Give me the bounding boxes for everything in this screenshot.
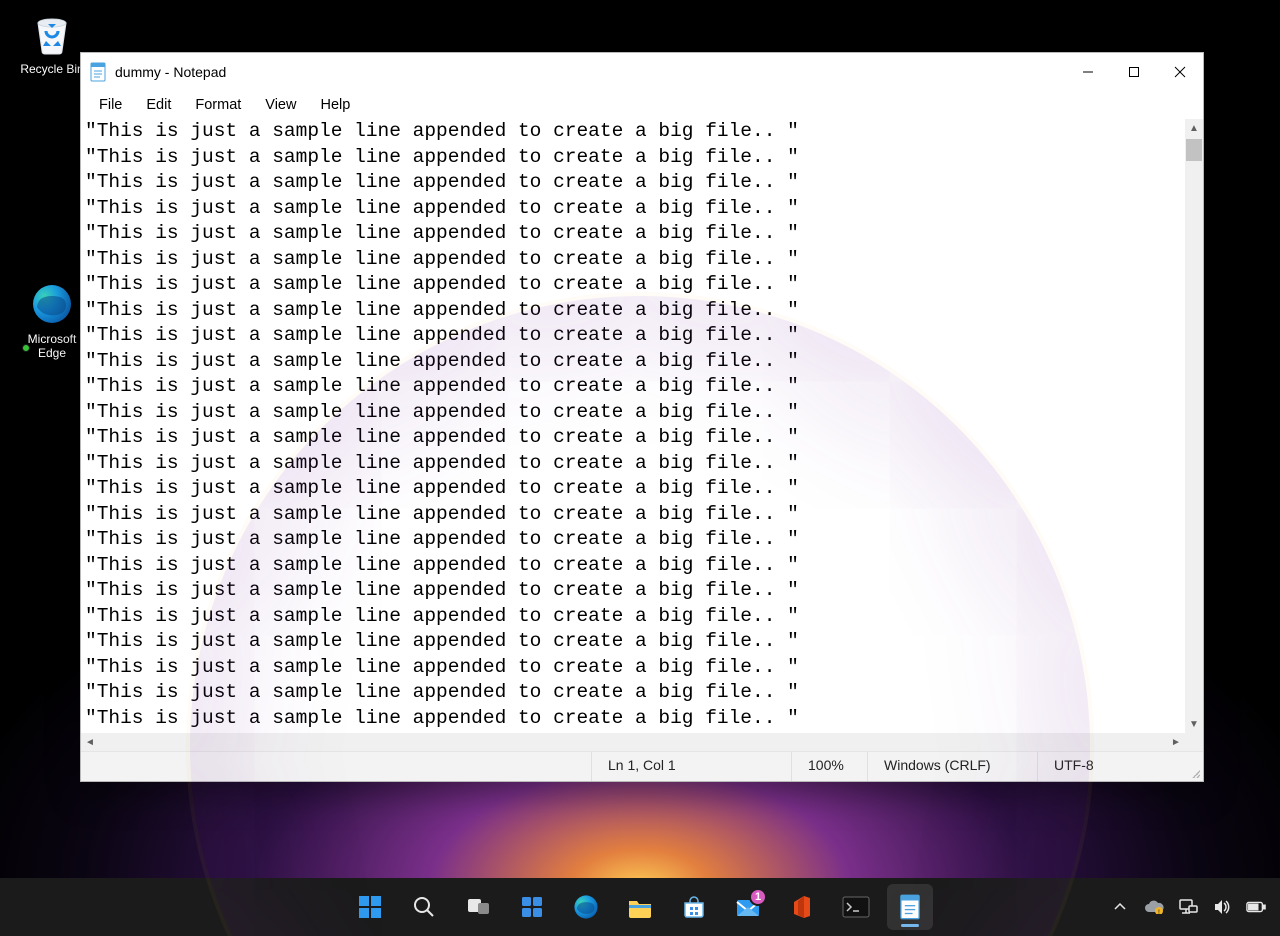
titlebar[interactable]: dummy - Notepad — [81, 53, 1203, 91]
battery-icon — [1246, 901, 1266, 913]
desktop-icon-recycle-bin[interactable]: Recycle Bin — [14, 10, 90, 76]
notepad-icon — [899, 894, 921, 920]
shortcut-overlay-icon — [22, 344, 30, 352]
minimize-button[interactable] — [1065, 53, 1111, 91]
terminal-icon — [842, 896, 870, 918]
scroll-left-arrow-icon[interactable]: ◄ — [81, 733, 99, 751]
scroll-down-arrow-icon[interactable]: ▼ — [1185, 715, 1203, 733]
menubar: File Edit Format View Help — [81, 91, 1203, 119]
scrollbar-thumb[interactable] — [1186, 139, 1202, 161]
status-position: Ln 1, Col 1 — [591, 752, 791, 781]
folder-icon — [626, 893, 654, 921]
tray-battery[interactable] — [1246, 897, 1266, 917]
tray-overflow[interactable] — [1110, 897, 1130, 917]
desktop-icon-label: Recycle Bin — [14, 62, 90, 76]
maximize-button[interactable] — [1111, 53, 1157, 91]
edge-icon — [28, 280, 76, 328]
statusbar: Ln 1, Col 1 100% Windows (CRLF) UTF-8 — [81, 751, 1203, 781]
menu-view[interactable]: View — [253, 95, 308, 115]
cloud-icon: ! — [1144, 900, 1164, 914]
vertical-scrollbar[interactable]: ▲ ▼ — [1185, 119, 1203, 733]
windows-logo-icon — [357, 894, 383, 920]
system-tray: ! — [1110, 878, 1266, 936]
taskbar-store[interactable] — [671, 884, 717, 930]
menu-format[interactable]: Format — [183, 95, 253, 115]
editor-area: "This is just a sample line appended to … — [81, 119, 1203, 751]
scroll-right-arrow-icon[interactable]: ► — [1167, 733, 1185, 751]
notepad-icon — [89, 61, 107, 83]
taskbar-terminal[interactable] — [833, 884, 879, 930]
scroll-up-arrow-icon[interactable]: ▲ — [1185, 119, 1203, 137]
taskbar-edge[interactable] — [563, 884, 609, 930]
status-encoding: UTF-8 — [1037, 752, 1187, 781]
taskbar-center: 1 — [347, 884, 933, 930]
taskbar-office[interactable] — [779, 884, 825, 930]
status-zoom: 100% — [791, 752, 867, 781]
desktop: Recycle Bin Microsoft Edge — [0, 0, 1280, 936]
menu-file[interactable]: File — [87, 95, 134, 115]
taskbar-taskview[interactable] — [455, 884, 501, 930]
taskbar-mail[interactable]: 1 — [725, 884, 771, 930]
scrollbar-corner — [1185, 733, 1203, 751]
recycle-bin-icon — [28, 10, 76, 58]
start-button[interactable] — [347, 884, 393, 930]
desktop-icon-edge[interactable]: Microsoft Edge — [14, 280, 90, 360]
window-title: dummy - Notepad — [115, 64, 226, 80]
taskbar-explorer[interactable] — [617, 884, 663, 930]
menu-help[interactable]: Help — [308, 95, 362, 115]
text-editor[interactable]: "This is just a sample line appended to … — [81, 119, 1185, 733]
resize-grip[interactable] — [1187, 752, 1203, 781]
close-button[interactable] — [1157, 53, 1203, 91]
speaker-icon — [1213, 899, 1231, 915]
menu-edit[interactable]: Edit — [134, 95, 183, 115]
taskbar-search[interactable] — [401, 884, 447, 930]
widgets-icon — [519, 894, 545, 920]
taskbar-widgets[interactable] — [509, 884, 555, 930]
network-icon — [1178, 898, 1198, 916]
tray-onedrive[interactable]: ! — [1144, 897, 1164, 917]
tray-volume[interactable] — [1212, 897, 1232, 917]
notepad-window: dummy - Notepad File Edit Format View He… — [80, 52, 1204, 782]
taskbar: 1 — [0, 878, 1280, 936]
status-eol: Windows (CRLF) — [867, 752, 1037, 781]
horizontal-scrollbar[interactable]: ◄ ► — [81, 733, 1185, 751]
chevron-up-icon — [1113, 900, 1127, 914]
tray-network[interactable] — [1178, 897, 1198, 917]
taskview-icon — [465, 894, 491, 920]
search-icon — [412, 895, 436, 919]
mail-badge: 1 — [749, 888, 767, 906]
edge-icon — [572, 893, 600, 921]
taskbar-notepad[interactable] — [887, 884, 933, 930]
store-icon — [681, 894, 707, 920]
office-icon — [790, 894, 814, 920]
